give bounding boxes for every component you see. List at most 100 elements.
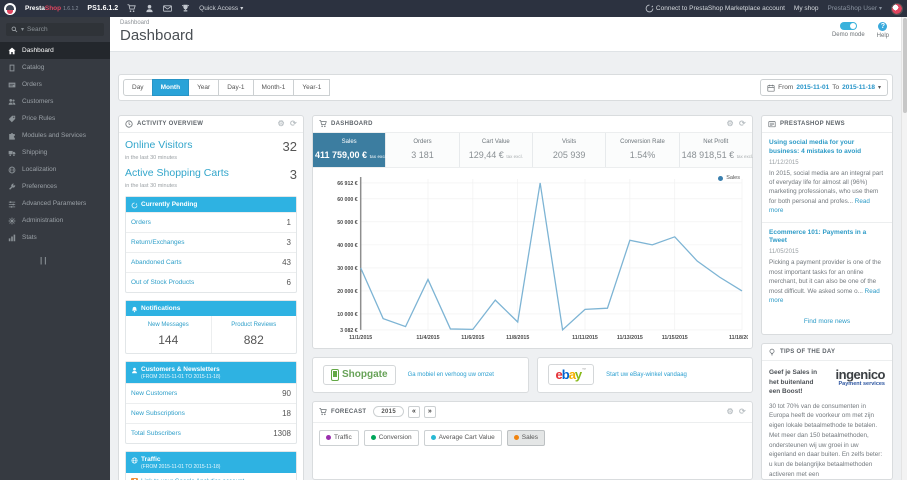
gear-icon[interactable]: ⚙ <box>278 120 285 128</box>
new-subscriptions-row[interactable]: New Subscriptions 18 <box>126 403 296 423</box>
trophy-icon[interactable] <box>181 4 190 13</box>
quick-access-menu[interactable]: Quick Access ▾ <box>199 5 243 12</box>
filter-day-1-button[interactable]: Day-1 <box>218 79 254 96</box>
customer-icon[interactable] <box>145 4 154 13</box>
filter-year-button[interactable]: Year <box>188 79 220 96</box>
kpi-orders[interactable]: Orders 3 181 <box>385 133 459 167</box>
tip-heading: Geef je Sales in het buitenland een Boos… <box>769 369 818 395</box>
ebay-ad-link[interactable]: Start uw eBay-winkel vandaag <box>606 372 687 378</box>
cart-icon[interactable] <box>127 4 136 13</box>
sidebar-search[interactable]: ▾ <box>6 23 104 36</box>
sidebar-item-preferences[interactable]: Preferences <box>0 178 110 195</box>
search-input[interactable] <box>27 26 86 33</box>
sidebar-item-modules[interactable]: Modules and Services <box>0 127 110 144</box>
sidebar-item-advanced-parameters[interactable]: Advanced Parameters <box>0 195 110 212</box>
collapse-menu-button[interactable]: || <box>40 256 110 265</box>
sidebar-item-orders[interactable]: Orders <box>0 76 110 93</box>
filter-month-1-button[interactable]: Month-1 <box>252 79 295 96</box>
prestashop-news-panel: PRESTASHOP NEWS Using social media for y… <box>761 115 893 336</box>
tab-conversion[interactable]: Conversion <box>363 429 419 446</box>
article-title[interactable]: Ecommerce 101: Payments in a Tweet <box>769 229 885 247</box>
forecast-tabs: Traffic Conversion Average Cart Value Sa… <box>313 423 752 453</box>
find-more-news-link[interactable]: Find more news <box>762 311 892 334</box>
my-shop-link[interactable]: My shop <box>794 5 819 12</box>
gear-icon[interactable]: ⚙ <box>727 120 734 128</box>
new-messages-cell[interactable]: New Messages 144 <box>126 316 211 353</box>
svg-text:30 000 €: 30 000 € <box>337 266 358 272</box>
sidebar-item-administration[interactable]: Administration <box>0 212 110 229</box>
product-reviews-cell[interactable]: Product Reviews 882 <box>210 316 297 353</box>
ebay-logo[interactable]: e b a y ™ <box>547 364 595 386</box>
online-visitors-label[interactable]: Online Visitors <box>125 139 193 151</box>
user-menu[interactable]: PrestaShop User ▾ <box>827 5 882 12</box>
filter-year-1-button[interactable]: Year-1 <box>293 79 331 96</box>
refresh-icon[interactable]: ⟳ <box>739 120 746 128</box>
topbar: PrestaShop 1.6.1.2 PS1.6.1.2 Quick Access… <box>0 0 907 17</box>
sidebar-item-stats[interactable]: Stats <box>0 229 110 246</box>
book-icon <box>8 64 16 72</box>
sidebar-item-label: Stats <box>22 234 37 241</box>
active-carts-label[interactable]: Active Shopping Carts <box>125 167 229 179</box>
marketplace-label: Connect to PrestaShop Marketplace accoun… <box>655 5 785 12</box>
gear-icon[interactable]: ⚙ <box>727 407 734 416</box>
kpi-conversion-rate[interactable]: Conversion Rate 1.54% <box>605 133 679 167</box>
pending-row-out-of-stock[interactable]: Out of Stock Products 6 <box>126 272 296 292</box>
scrollbar-thumb[interactable] <box>903 18 907 113</box>
filter-day-button[interactable]: Day <box>123 79 153 96</box>
page-scrollbar[interactable] <box>901 17 907 480</box>
tab-sales[interactable]: Sales <box>506 429 545 446</box>
tip-text: 30 tot 70% van de consumenten in Europa … <box>769 402 883 478</box>
tab-average-cart-value[interactable]: Average Cart Value <box>423 429 502 446</box>
total-subscribers-row[interactable]: Total Subscribers 1308 <box>126 423 296 443</box>
user-avatar[interactable] <box>891 2 903 15</box>
svg-text:11/15/2015: 11/15/2015 <box>662 335 688 341</box>
traffic-dot-icon <box>326 435 331 441</box>
sidebar-item-customers[interactable]: Customers <box>0 93 110 110</box>
svg-text:60 000 €: 60 000 € <box>337 197 358 203</box>
refresh-icon[interactable]: ⟳ <box>739 407 746 416</box>
sidebar-item-price-rules[interactable]: Price Rules <box>0 110 110 127</box>
newspaper-icon <box>768 120 776 128</box>
sales-line-chart: 11/1/2015 11/4/2015 11/6/2015 11/8/2015 11/1… <box>337 176 748 341</box>
mail-icon[interactable] <box>163 4 173 13</box>
ingenico-logo[interactable]: ingenico Payment services <box>822 368 886 387</box>
prestashop-logo[interactable] <box>4 2 16 15</box>
sidebar-item-dashboard[interactable]: Dashboard <box>0 42 110 59</box>
help-button[interactable]: ? Help <box>877 22 889 39</box>
shopgate-ad-link[interactable]: Ga mobiel en verhoog uw omzet <box>408 372 494 378</box>
bar-chart-icon <box>8 234 16 242</box>
chart-legend: Sales <box>718 175 740 181</box>
pending-row-abandoned-carts[interactable]: Abandoned Carts 43 <box>126 252 296 272</box>
previous-year-button[interactable]: « <box>407 405 420 418</box>
svg-text:11/18/2015: 11/18/2015 <box>729 335 748 341</box>
shopgate-logo[interactable]: Shopgate <box>323 364 396 385</box>
kpi-cart-value[interactable]: Cart Value 129,44 € tax excl. <box>458 133 532 167</box>
sliders-icon <box>8 200 16 208</box>
sidebar-item-shipping[interactable]: Shipping <box>0 144 110 161</box>
sidebar-item-label: Preferences <box>22 183 58 190</box>
shop-name[interactable]: PS1.6.1.2 <box>87 5 118 12</box>
globe-icon <box>131 457 138 464</box>
next-year-button[interactable]: » <box>423 405 436 418</box>
marketplace-link[interactable]: Connect to PrestaShop Marketplace accoun… <box>645 4 785 13</box>
pending-row-orders[interactable]: Orders 1 <box>126 212 296 232</box>
kpi-visits[interactable]: Visits 205 939 <box>531 133 606 167</box>
tab-traffic[interactable]: Traffic <box>319 429 359 446</box>
legend-label: Sales <box>726 175 740 181</box>
demo-mode-toggle[interactable]: Demo mode <box>832 22 865 39</box>
refresh-icon[interactable]: ⟳ <box>290 120 297 128</box>
toggle-on-icon[interactable] <box>839 22 857 30</box>
pending-row-returns[interactable]: Return/Exchanges 3 <box>126 232 296 252</box>
google-analytics-link[interactable]: Link to your Google Analytics account <box>126 473 296 480</box>
sidebar-item-localization[interactable]: Localization <box>0 161 110 178</box>
new-customers-row[interactable]: New Customers 90 <box>126 383 296 403</box>
filter-month-button[interactable]: Month <box>151 79 190 96</box>
kpi-net-profit[interactable]: Net Profit 148 918,51 € tax excl. <box>678 133 753 167</box>
kpi-sales[interactable]: Sales 411 759,00 € tax excl. <box>313 133 387 167</box>
date-range-button[interactable]: From 2015-11-01 To 2015-11-18 ▾ <box>760 79 888 96</box>
active-carts-sub: in the last 30 minutes <box>125 183 177 189</box>
article-title[interactable]: Using social media for your business: 4 … <box>769 139 885 157</box>
sidebar-item-catalog[interactable]: Catalog <box>0 59 110 76</box>
help-icon[interactable]: ? <box>878 22 888 31</box>
user-icon <box>131 367 138 374</box>
